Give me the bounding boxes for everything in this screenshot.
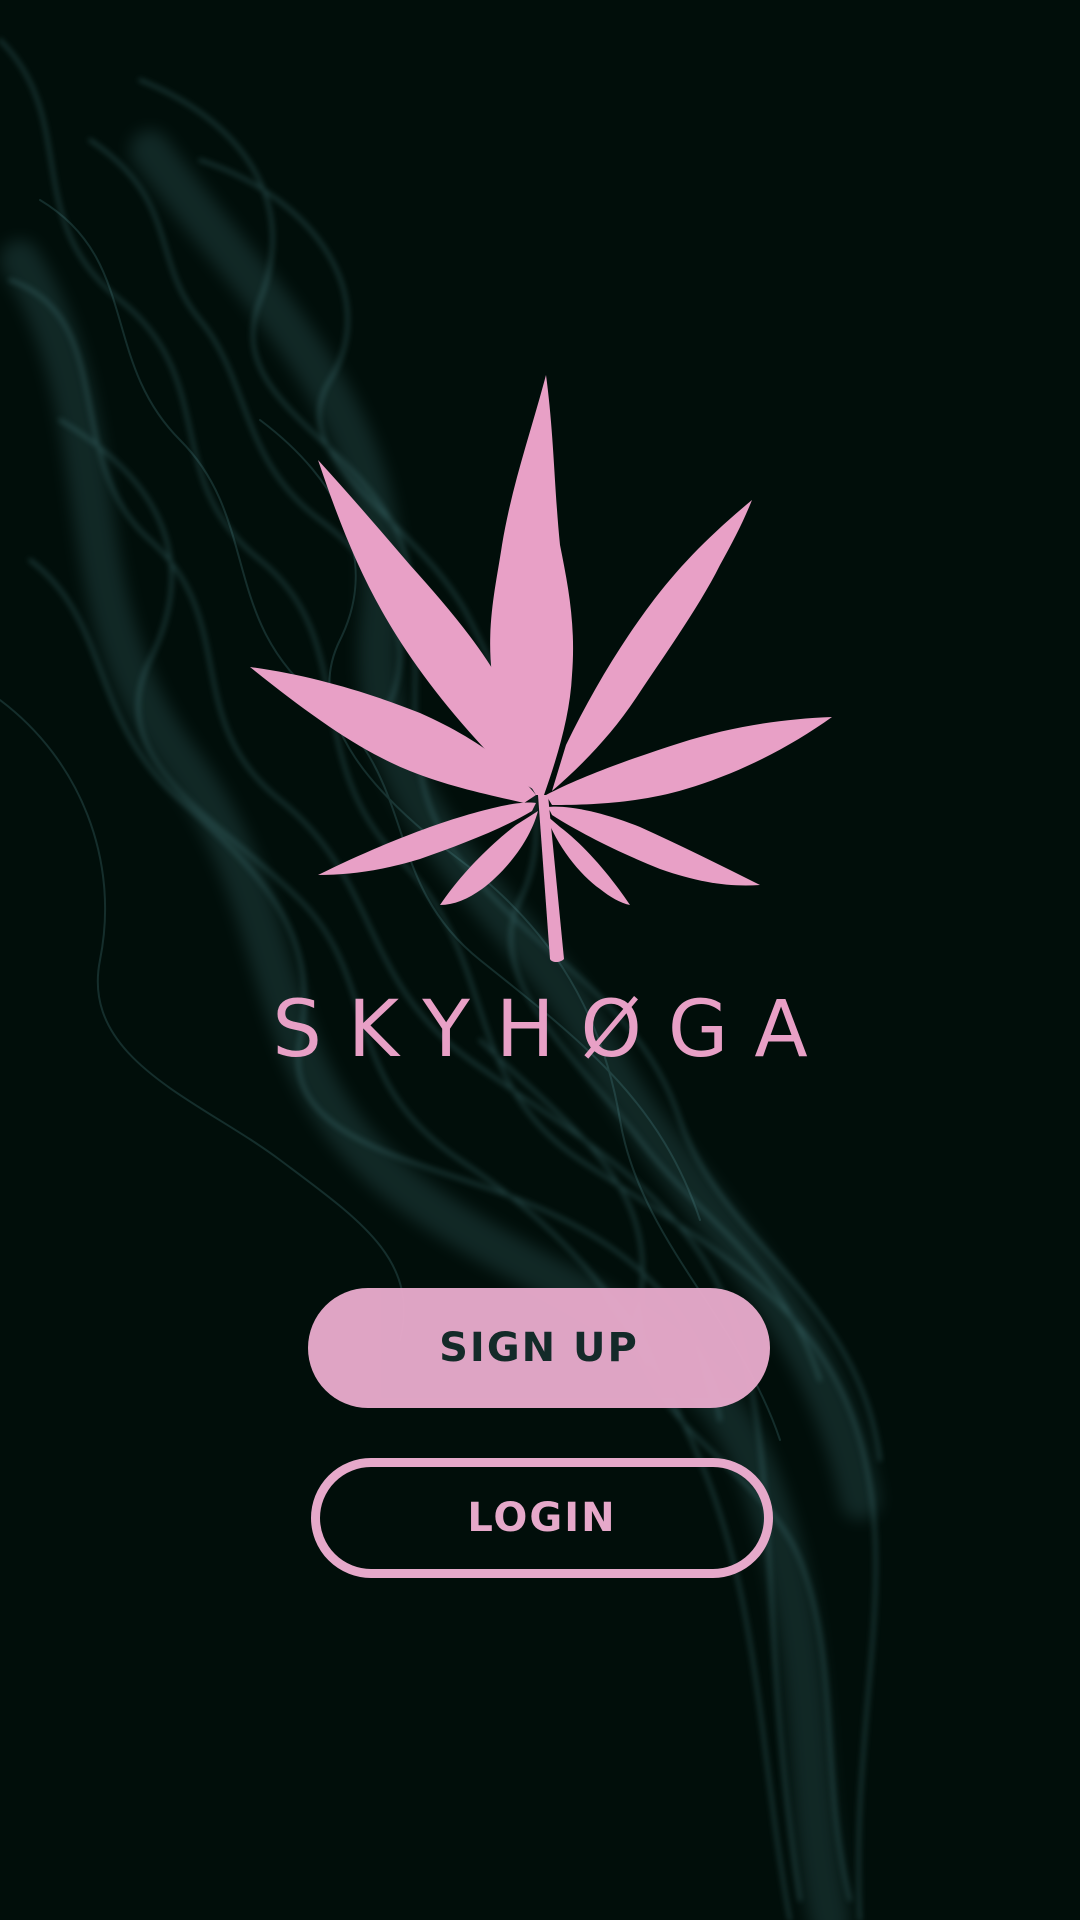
sign-up-button[interactable]: SIGN UP [308, 1288, 770, 1408]
welcome-screen: SKYHØGA SIGN UP LOGIN [0, 0, 1080, 1920]
brand-name: SKYHØGA [272, 985, 834, 1075]
cannabis-leaf-icon [250, 375, 832, 962]
login-button[interactable]: LOGIN [311, 1458, 773, 1578]
